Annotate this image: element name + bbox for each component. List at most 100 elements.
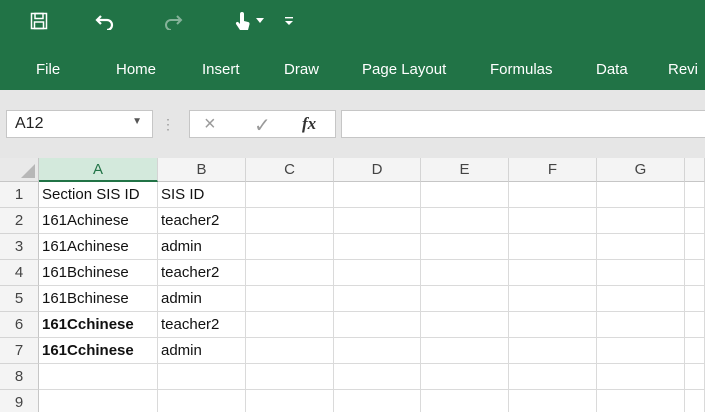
- row-header-8[interactable]: 8: [0, 364, 39, 390]
- cell-c2[interactable]: [246, 208, 334, 234]
- column-header-e[interactable]: E: [421, 158, 509, 182]
- cell-c5[interactable]: [246, 286, 334, 312]
- cell-a7[interactable]: 161Cchinese: [39, 338, 158, 364]
- cell-h7[interactable]: [685, 338, 705, 364]
- cell-g9[interactable]: [597, 390, 685, 412]
- cell-h8[interactable]: [685, 364, 705, 390]
- cell-g6[interactable]: [597, 312, 685, 338]
- cell-h3[interactable]: [685, 234, 705, 260]
- cell-f1[interactable]: [509, 182, 597, 208]
- cell-d7[interactable]: [334, 338, 421, 364]
- cell-a8[interactable]: [39, 364, 158, 390]
- row-header-3[interactable]: 3: [0, 234, 39, 260]
- cell-a9[interactable]: [39, 390, 158, 412]
- enter-icon[interactable]: ✓: [254, 113, 271, 138]
- tab-review[interactable]: Revi: [668, 56, 698, 84]
- cell-g3[interactable]: [597, 234, 685, 260]
- cell-d2[interactable]: [334, 208, 421, 234]
- tab-file[interactable]: File: [36, 56, 60, 84]
- cell-h5[interactable]: [685, 286, 705, 312]
- tab-page-layout[interactable]: Page Layout: [362, 56, 446, 84]
- cell-b5[interactable]: admin: [158, 286, 246, 312]
- undo-button[interactable]: [92, 8, 118, 34]
- cell-h4[interactable]: [685, 260, 705, 286]
- row-header-7[interactable]: 7: [0, 338, 39, 364]
- cell-d6[interactable]: [334, 312, 421, 338]
- cell-b9[interactable]: [158, 390, 246, 412]
- cell-e1[interactable]: [421, 182, 509, 208]
- cell-b1[interactable]: SIS ID: [158, 182, 246, 208]
- cell-g2[interactable]: [597, 208, 685, 234]
- cell-e4[interactable]: [421, 260, 509, 286]
- cell-f9[interactable]: [509, 390, 597, 412]
- cell-a2[interactable]: 161Achinese: [39, 208, 158, 234]
- cell-h2[interactable]: [685, 208, 705, 234]
- cell-c7[interactable]: [246, 338, 334, 364]
- cell-a1[interactable]: Section SIS ID: [39, 182, 158, 208]
- cell-e3[interactable]: [421, 234, 509, 260]
- save-button[interactable]: [28, 8, 50, 34]
- tab-home[interactable]: Home: [116, 56, 156, 84]
- cell-g1[interactable]: [597, 182, 685, 208]
- name-box[interactable]: A12 ▼: [6, 110, 153, 138]
- cell-f7[interactable]: [509, 338, 597, 364]
- column-header-a[interactable]: A: [39, 158, 158, 182]
- cell-a4[interactable]: 161Bchinese: [39, 260, 158, 286]
- cell-c8[interactable]: [246, 364, 334, 390]
- row-header-9[interactable]: 9: [0, 390, 39, 412]
- cell-c3[interactable]: [246, 234, 334, 260]
- row-header-6[interactable]: 6: [0, 312, 39, 338]
- cell-h1[interactable]: [685, 182, 705, 208]
- cell-a6[interactable]: 161Cchinese: [39, 312, 158, 338]
- row-header-4[interactable]: 4: [0, 260, 39, 286]
- splitter-handle-icon[interactable]: ⋮: [161, 112, 175, 136]
- tab-data[interactable]: Data: [596, 56, 628, 84]
- cell-d1[interactable]: [334, 182, 421, 208]
- column-header-c[interactable]: C: [246, 158, 334, 182]
- column-header-f[interactable]: F: [509, 158, 597, 182]
- cell-h6[interactable]: [685, 312, 705, 338]
- cell-g8[interactable]: [597, 364, 685, 390]
- redo-button[interactable]: [160, 8, 186, 34]
- column-header-partial[interactable]: [685, 158, 705, 182]
- tab-draw[interactable]: Draw: [284, 56, 319, 84]
- cell-b2[interactable]: teacher2: [158, 208, 246, 234]
- cell-c1[interactable]: [246, 182, 334, 208]
- cell-d9[interactable]: [334, 390, 421, 412]
- chevron-down-icon[interactable]: ▼: [132, 116, 142, 127]
- cell-f5[interactable]: [509, 286, 597, 312]
- cell-g7[interactable]: [597, 338, 685, 364]
- cell-d3[interactable]: [334, 234, 421, 260]
- cell-a5[interactable]: 161Bchinese: [39, 286, 158, 312]
- cell-g4[interactable]: [597, 260, 685, 286]
- cell-b6[interactable]: teacher2: [158, 312, 246, 338]
- cell-h9[interactable]: [685, 390, 705, 412]
- cell-c9[interactable]: [246, 390, 334, 412]
- cancel-icon[interactable]: ×: [204, 113, 216, 136]
- row-header-2[interactable]: 2: [0, 208, 39, 234]
- cell-e5[interactable]: [421, 286, 509, 312]
- column-header-b[interactable]: B: [158, 158, 246, 182]
- cell-g5[interactable]: [597, 286, 685, 312]
- cell-b3[interactable]: admin: [158, 234, 246, 260]
- cell-d8[interactable]: [334, 364, 421, 390]
- cell-b4[interactable]: teacher2: [158, 260, 246, 286]
- column-header-g[interactable]: G: [597, 158, 685, 182]
- tab-formulas[interactable]: Formulas: [490, 56, 553, 84]
- cell-b8[interactable]: [158, 364, 246, 390]
- cell-d4[interactable]: [334, 260, 421, 286]
- cell-e8[interactable]: [421, 364, 509, 390]
- row-header-5[interactable]: 5: [0, 286, 39, 312]
- cell-c4[interactable]: [246, 260, 334, 286]
- cell-f3[interactable]: [509, 234, 597, 260]
- cell-d5[interactable]: [334, 286, 421, 312]
- row-header-1[interactable]: 1: [0, 182, 39, 208]
- customize-toolbar-button[interactable]: [282, 8, 296, 34]
- column-header-d[interactable]: D: [334, 158, 421, 182]
- cell-f4[interactable]: [509, 260, 597, 286]
- cell-e9[interactable]: [421, 390, 509, 412]
- cell-e2[interactable]: [421, 208, 509, 234]
- cell-a3[interactable]: 161Achinese: [39, 234, 158, 260]
- tab-insert[interactable]: Insert: [202, 56, 240, 84]
- cell-b7[interactable]: admin: [158, 338, 246, 364]
